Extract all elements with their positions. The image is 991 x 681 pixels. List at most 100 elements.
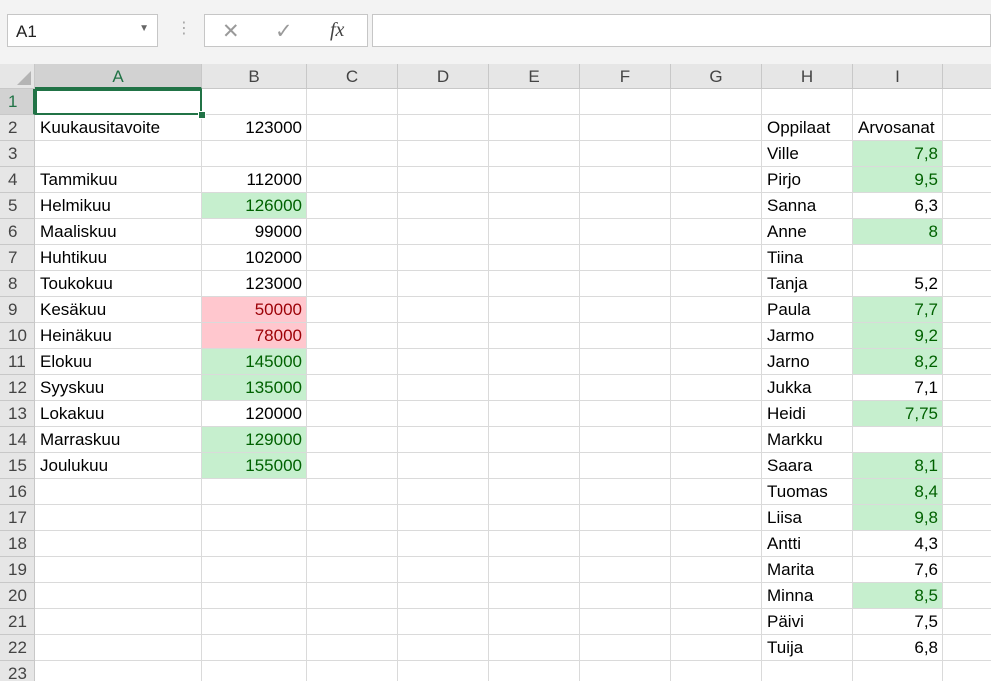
cell-d1[interactable] xyxy=(398,89,489,115)
cell-g18[interactable] xyxy=(671,531,762,557)
cell-a7[interactable]: Huhtikuu xyxy=(35,245,202,271)
cell-f20[interactable] xyxy=(580,583,671,609)
cell-f13[interactable] xyxy=(580,401,671,427)
row-header-15[interactable]: 15 xyxy=(0,453,35,479)
cell-d3[interactable] xyxy=(398,141,489,167)
cell-h18[interactable]: Antti xyxy=(762,531,853,557)
cell-g5[interactable] xyxy=(671,193,762,219)
cell-k14[interactable] xyxy=(943,427,991,453)
cell-g10[interactable] xyxy=(671,323,762,349)
cell-e16[interactable] xyxy=(489,479,580,505)
cell-h13[interactable]: Heidi xyxy=(762,401,853,427)
cell-a17[interactable] xyxy=(35,505,202,531)
cell-a19[interactable] xyxy=(35,557,202,583)
cell-c4[interactable] xyxy=(307,167,398,193)
cell-d4[interactable] xyxy=(398,167,489,193)
cell-d16[interactable] xyxy=(398,479,489,505)
cell-a23[interactable] xyxy=(35,661,202,681)
row-header-2[interactable]: 2 xyxy=(0,115,35,141)
cell-i17[interactable]: 9,8 xyxy=(853,505,943,531)
cell-i19[interactable]: 7,6 xyxy=(853,557,943,583)
cell-i2[interactable]: Arvosanat xyxy=(853,115,943,141)
cell-b1[interactable] xyxy=(202,89,307,115)
cell-b8[interactable]: 123000 xyxy=(202,271,307,297)
row-header-22[interactable]: 22 xyxy=(0,635,35,661)
column-header-h[interactable]: H xyxy=(762,64,853,89)
cell-g19[interactable] xyxy=(671,557,762,583)
cell-d17[interactable] xyxy=(398,505,489,531)
cell-c14[interactable] xyxy=(307,427,398,453)
cell-a2[interactable]: Kuukausitavoite xyxy=(35,115,202,141)
fill-handle[interactable] xyxy=(198,111,206,119)
cell-d13[interactable] xyxy=(398,401,489,427)
cell-d2[interactable] xyxy=(398,115,489,141)
cell-a3[interactable] xyxy=(35,141,202,167)
column-header-c[interactable]: C xyxy=(307,64,398,89)
cell-e21[interactable] xyxy=(489,609,580,635)
cell-c13[interactable] xyxy=(307,401,398,427)
cell-e6[interactable] xyxy=(489,219,580,245)
cell-d21[interactable] xyxy=(398,609,489,635)
cell-h2[interactable]: Oppilaat xyxy=(762,115,853,141)
cell-g11[interactable] xyxy=(671,349,762,375)
cell-i4[interactable]: 9,5 xyxy=(853,167,943,193)
cell-k19[interactable] xyxy=(943,557,991,583)
cell-h14[interactable]: Markku xyxy=(762,427,853,453)
cell-b4[interactable]: 112000 xyxy=(202,167,307,193)
cell-d23[interactable] xyxy=(398,661,489,681)
cell-a12[interactable]: Syyskuu xyxy=(35,375,202,401)
cell-b23[interactable] xyxy=(202,661,307,681)
cell-g14[interactable] xyxy=(671,427,762,453)
column-header-d[interactable]: D xyxy=(398,64,489,89)
cell-e19[interactable] xyxy=(489,557,580,583)
cell-g21[interactable] xyxy=(671,609,762,635)
select-all-corner[interactable] xyxy=(0,64,35,89)
cell-b22[interactable] xyxy=(202,635,307,661)
cell-g8[interactable] xyxy=(671,271,762,297)
cell-d9[interactable] xyxy=(398,297,489,323)
cell-a20[interactable] xyxy=(35,583,202,609)
cell-d8[interactable] xyxy=(398,271,489,297)
cell-g23[interactable] xyxy=(671,661,762,681)
cell-k18[interactable] xyxy=(943,531,991,557)
cell-d14[interactable] xyxy=(398,427,489,453)
cell-k12[interactable] xyxy=(943,375,991,401)
row-header-21[interactable]: 21 xyxy=(0,609,35,635)
cell-g17[interactable] xyxy=(671,505,762,531)
cell-f2[interactable] xyxy=(580,115,671,141)
column-header-a[interactable]: A xyxy=(35,64,202,89)
cell-i8[interactable]: 5,2 xyxy=(853,271,943,297)
cell-f17[interactable] xyxy=(580,505,671,531)
cell-c22[interactable] xyxy=(307,635,398,661)
cell-d22[interactable] xyxy=(398,635,489,661)
cell-d15[interactable] xyxy=(398,453,489,479)
cell-k13[interactable] xyxy=(943,401,991,427)
cell-e20[interactable] xyxy=(489,583,580,609)
cell-h6[interactable]: Anne xyxy=(762,219,853,245)
cell-a5[interactable]: Helmikuu xyxy=(35,193,202,219)
row-header-17[interactable]: 17 xyxy=(0,505,35,531)
cell-c11[interactable] xyxy=(307,349,398,375)
row-header-16[interactable]: 16 xyxy=(0,479,35,505)
cell-e3[interactable] xyxy=(489,141,580,167)
cell-c5[interactable] xyxy=(307,193,398,219)
cell-b6[interactable]: 99000 xyxy=(202,219,307,245)
cell-h10[interactable]: Jarmo xyxy=(762,323,853,349)
insert-function-icon[interactable]: fx xyxy=(330,19,344,42)
cell-b7[interactable]: 102000 xyxy=(202,245,307,271)
cell-f12[interactable] xyxy=(580,375,671,401)
cell-d18[interactable] xyxy=(398,531,489,557)
cell-b16[interactable] xyxy=(202,479,307,505)
cell-i21[interactable]: 7,5 xyxy=(853,609,943,635)
row-header-12[interactable]: 12 xyxy=(0,375,35,401)
cell-e14[interactable] xyxy=(489,427,580,453)
cell-a16[interactable] xyxy=(35,479,202,505)
row-header-7[interactable]: 7 xyxy=(0,245,35,271)
cell-k2[interactable] xyxy=(943,115,991,141)
cell-a15[interactable]: Joulukuu xyxy=(35,453,202,479)
cell-g13[interactable] xyxy=(671,401,762,427)
cell-c3[interactable] xyxy=(307,141,398,167)
cell-k16[interactable] xyxy=(943,479,991,505)
cell-a9[interactable]: Kesäkuu xyxy=(35,297,202,323)
cell-e5[interactable] xyxy=(489,193,580,219)
